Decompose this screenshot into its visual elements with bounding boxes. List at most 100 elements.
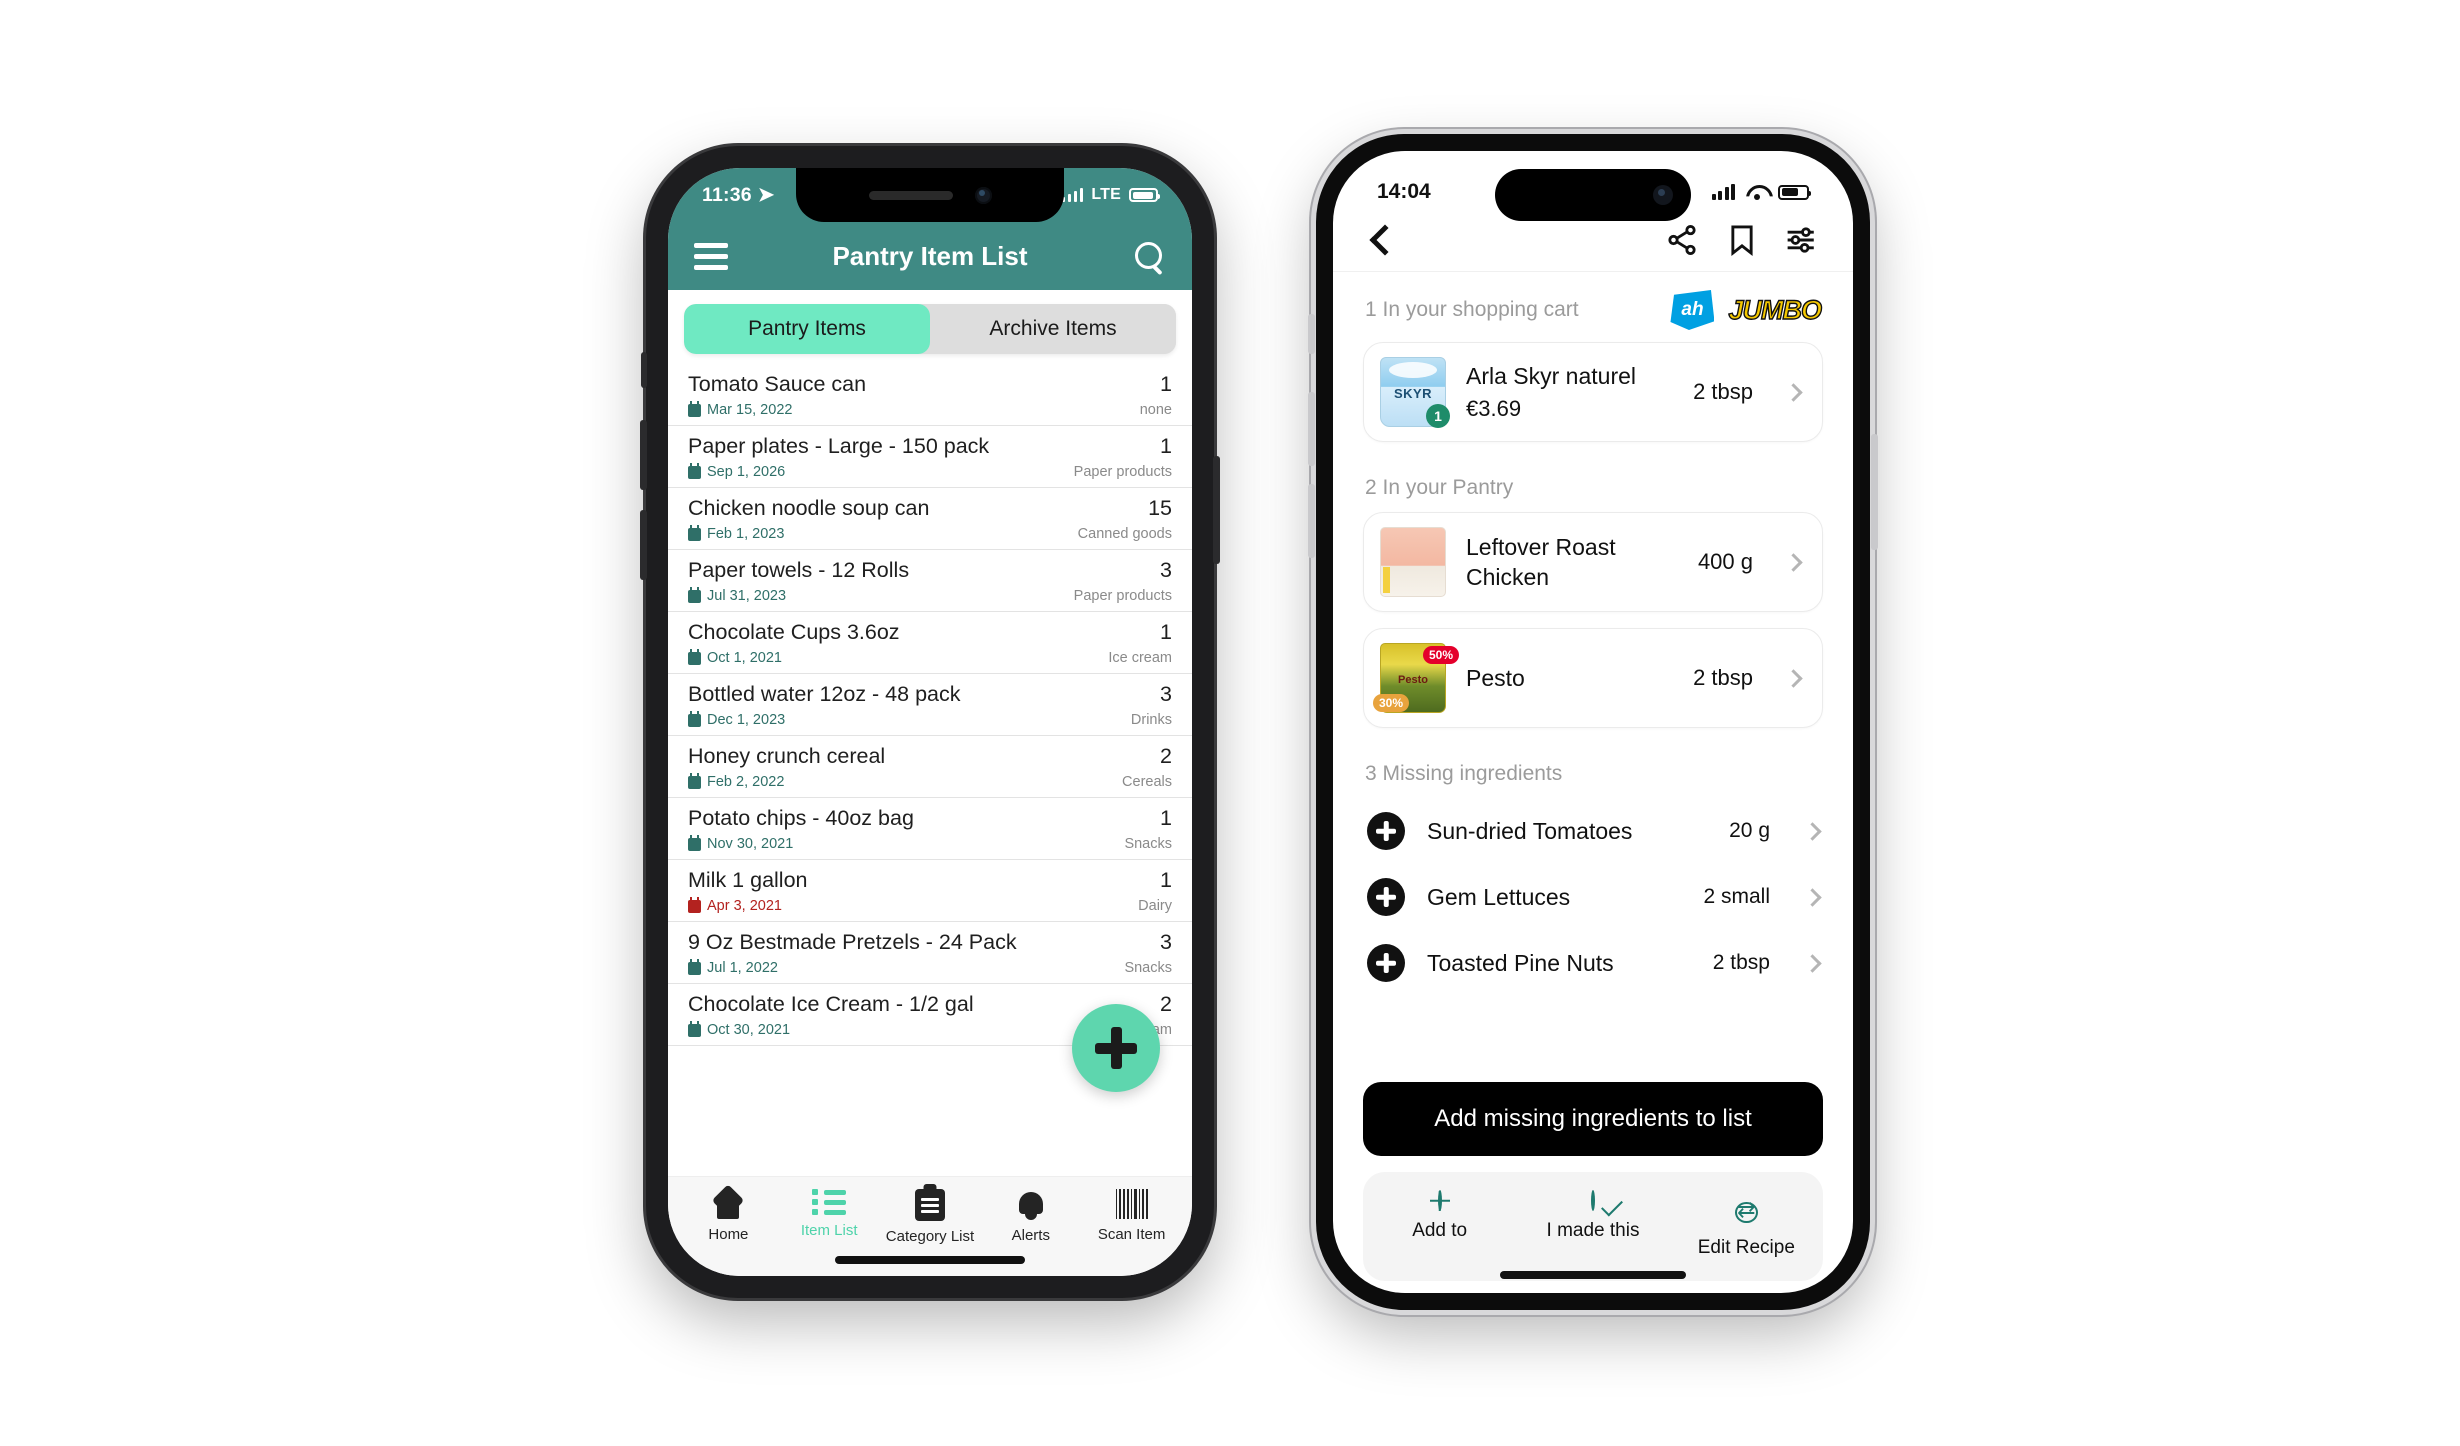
pantry-list-item[interactable]: Tomato Sauce can 1 Mar 15, 2022 none — [668, 364, 1192, 426]
power-button[interactable] — [1871, 434, 1878, 550]
calendar-icon — [688, 958, 701, 975]
item-name: Chicken noodle soup can — [688, 496, 930, 520]
share-icon[interactable] — [1665, 223, 1699, 257]
pantry-list-item[interactable]: 9 Oz Bestmade Pretzels - 24 Pack 3 Jul 1, … — [668, 922, 1192, 984]
item-category: Canned goods — [1077, 526, 1172, 542]
action-edit-recipe[interactable]: ⇄ Edit Recipe — [1670, 1192, 1823, 1259]
pantry-item-card[interactable]: Leftover Roast Chicken 400 g — [1363, 512, 1823, 612]
volume-down-button[interactable] — [640, 510, 647, 580]
chevron-left-icon[interactable] — [1367, 223, 1397, 257]
action-label: I made this — [1546, 1220, 1640, 1241]
pantry-list-item[interactable]: Paper plates - Large - 150 pack 1 Sep 1, 2… — [668, 426, 1192, 488]
cellular-signal-icon — [1061, 188, 1084, 202]
pantry-list-item[interactable]: Potato chips - 40oz bag 1 Nov 30, 2021 Snac… — [668, 798, 1192, 860]
pantry-list-item[interactable]: Chocolate Cups 3.6oz 1 Oct 1, 2021 Ice crea… — [668, 612, 1192, 674]
tab-scan-item[interactable]: Scan Item — [1081, 1189, 1182, 1243]
clipboard-icon — [914, 1189, 945, 1221]
calendar-icon — [688, 834, 701, 851]
discount-badge-30: 30% — [1373, 694, 1410, 712]
plus-circle-icon[interactable] — [1367, 944, 1405, 982]
item-quantity: 1 — [1160, 372, 1172, 396]
item-name: Honey crunch cereal — [688, 744, 886, 768]
missing-heading: 3 Missing ingredients — [1365, 762, 1563, 785]
pantry-item-amount: 400 g — [1697, 549, 1753, 574]
cart-item-card[interactable]: 1 Arla Skyr naturel €3.69 2 tbsp — [1363, 342, 1823, 442]
battery-icon — [1778, 184, 1811, 200]
action-button[interactable] — [1308, 314, 1315, 354]
calendar-icon — [688, 1020, 701, 1037]
plus-circle-icon[interactable] — [1367, 878, 1405, 916]
chevron-right-icon — [1803, 887, 1822, 907]
item-expiry-date: Jul 1, 2022 — [688, 958, 778, 976]
item-quantity: 15 — [1148, 496, 1172, 520]
plus-circle-icon[interactable] — [1367, 812, 1405, 850]
volume-up-button[interactable] — [1308, 392, 1315, 466]
tab-alerts[interactable]: Alerts — [980, 1189, 1081, 1244]
item-expiry-date: Sep 1, 2026 — [688, 462, 785, 480]
item-expiry-date: Nov 30, 2021 — [688, 834, 793, 852]
power-button[interactable] — [1213, 456, 1220, 564]
home-indicator — [835, 1256, 1025, 1264]
check-circle-outline-icon — [1590, 1190, 1595, 1211]
missing-ingredient-row[interactable]: Sun-dried Tomatoes 20 g — [1363, 798, 1823, 864]
volume-up-button[interactable] — [640, 420, 647, 490]
skyr-yogurt-thumbnail: 1 — [1380, 357, 1450, 428]
pantry-list-item[interactable]: Milk 1 gallon 1 Apr 3, 2021 Dairy — [668, 860, 1192, 922]
ah-logo: ah — [1670, 290, 1715, 330]
tab-home[interactable]: Home — [678, 1189, 779, 1243]
tab-label: Alerts — [1011, 1227, 1050, 1244]
pantry-list-item[interactable]: Paper towels - 12 Rolls 3 Jul 31, 2023 Pape… — [668, 550, 1192, 612]
missing-ingredient-row[interactable]: Gem Lettuces 2 small — [1363, 864, 1823, 930]
bookmark-icon[interactable] — [1725, 223, 1759, 257]
pantry-item-list[interactable]: Tomato Sauce can 1 Mar 15, 2022 none Paper p… — [668, 364, 1192, 1176]
item-quantity: 3 — [1160, 682, 1172, 706]
item-name: Chocolate Ice Cream - 1/2 gal — [688, 992, 974, 1016]
store-logos: ah JUMBO — [1670, 290, 1823, 330]
item-name: 9 Oz Bestmade Pretzels - 24 Pack — [688, 930, 1017, 954]
ingredient-amount: 2 small — [1703, 885, 1770, 908]
pantry-list-item[interactable]: Chicken noodle soup can 15 Feb 1, 2023 Cann… — [668, 488, 1192, 550]
action-add-to[interactable]: Add to — [1363, 1190, 1516, 1259]
pantry-list-item[interactable]: Bottled water 12oz - 48 pack 3 Dec 1, 2023… — [668, 674, 1192, 736]
pantry-list-item[interactable]: Honey crunch cereal 2 Feb 2, 2022 Cereals — [668, 736, 1192, 798]
pantry-heading: 2 In your Pantry — [1365, 476, 1514, 499]
cart-item-name-block: Arla Skyr naturel €3.69 — [1466, 361, 1673, 423]
action-i-made-this[interactable]: I made this — [1516, 1190, 1669, 1259]
calendar-icon — [688, 586, 701, 603]
item-expiry-date: Jul 31, 2023 — [688, 586, 786, 604]
missing-section-header: 3 Missing ingredients — [1363, 744, 1823, 798]
tab-pantry-items[interactable]: Pantry Items — [684, 304, 930, 354]
sliders-icon[interactable] — [1785, 223, 1819, 257]
screenshot-canvas: 11:36 ➤ LTE Pantry Item List Pantry Item… — [0, 0, 2460, 1446]
cart-item-amount: 2 tbsp — [1693, 379, 1753, 404]
item-category: none — [1139, 402, 1172, 418]
pantry-item-card[interactable]: 50% 30% Pesto 2 tbsp — [1363, 628, 1823, 728]
item-name: Potato chips - 40oz bag — [688, 806, 914, 830]
action-label: Add to — [1412, 1220, 1468, 1241]
silent-switch[interactable] — [641, 352, 647, 388]
barcode-icon — [1115, 1189, 1148, 1219]
location-arrow-icon: ➤ — [757, 184, 775, 206]
shuffle-circle-icon: ⇄ — [1735, 1197, 1758, 1223]
app-navigation-bar: Pantry Item List — [668, 222, 1192, 290]
volume-down-button[interactable] — [1308, 484, 1315, 558]
list-icon — [812, 1189, 847, 1215]
calendar-icon — [688, 896, 701, 913]
add-missing-ingredients-button[interactable]: Add missing ingredients to list — [1363, 1082, 1823, 1156]
item-category: Cereals — [1122, 774, 1172, 790]
search-icon[interactable] — [1132, 239, 1166, 273]
tab-archive-items[interactable]: Archive Items — [930, 304, 1176, 354]
dynamic-island — [1495, 169, 1691, 221]
cart-heading: 1 In your shopping cart — [1365, 298, 1579, 321]
chevron-right-icon — [1784, 552, 1803, 572]
item-quantity: 1 — [1160, 806, 1172, 830]
tab-category-list[interactable]: Category List — [880, 1189, 981, 1245]
add-item-fab[interactable] — [1072, 1004, 1160, 1092]
missing-ingredient-row[interactable]: Toasted Pine Nuts 2 tbsp — [1363, 930, 1823, 996]
right-phone-device: 14:04 1 In your shopping cart ah JUMBO S… — [1308, 134, 1878, 1310]
calendar-icon — [688, 710, 701, 727]
item-name: Paper towels - 12 Rolls — [688, 558, 910, 582]
hamburger-menu-icon[interactable] — [694, 242, 728, 270]
item-expiry-date: Feb 2, 2022 — [688, 772, 784, 790]
tab-item-list[interactable]: Item List — [779, 1189, 880, 1239]
